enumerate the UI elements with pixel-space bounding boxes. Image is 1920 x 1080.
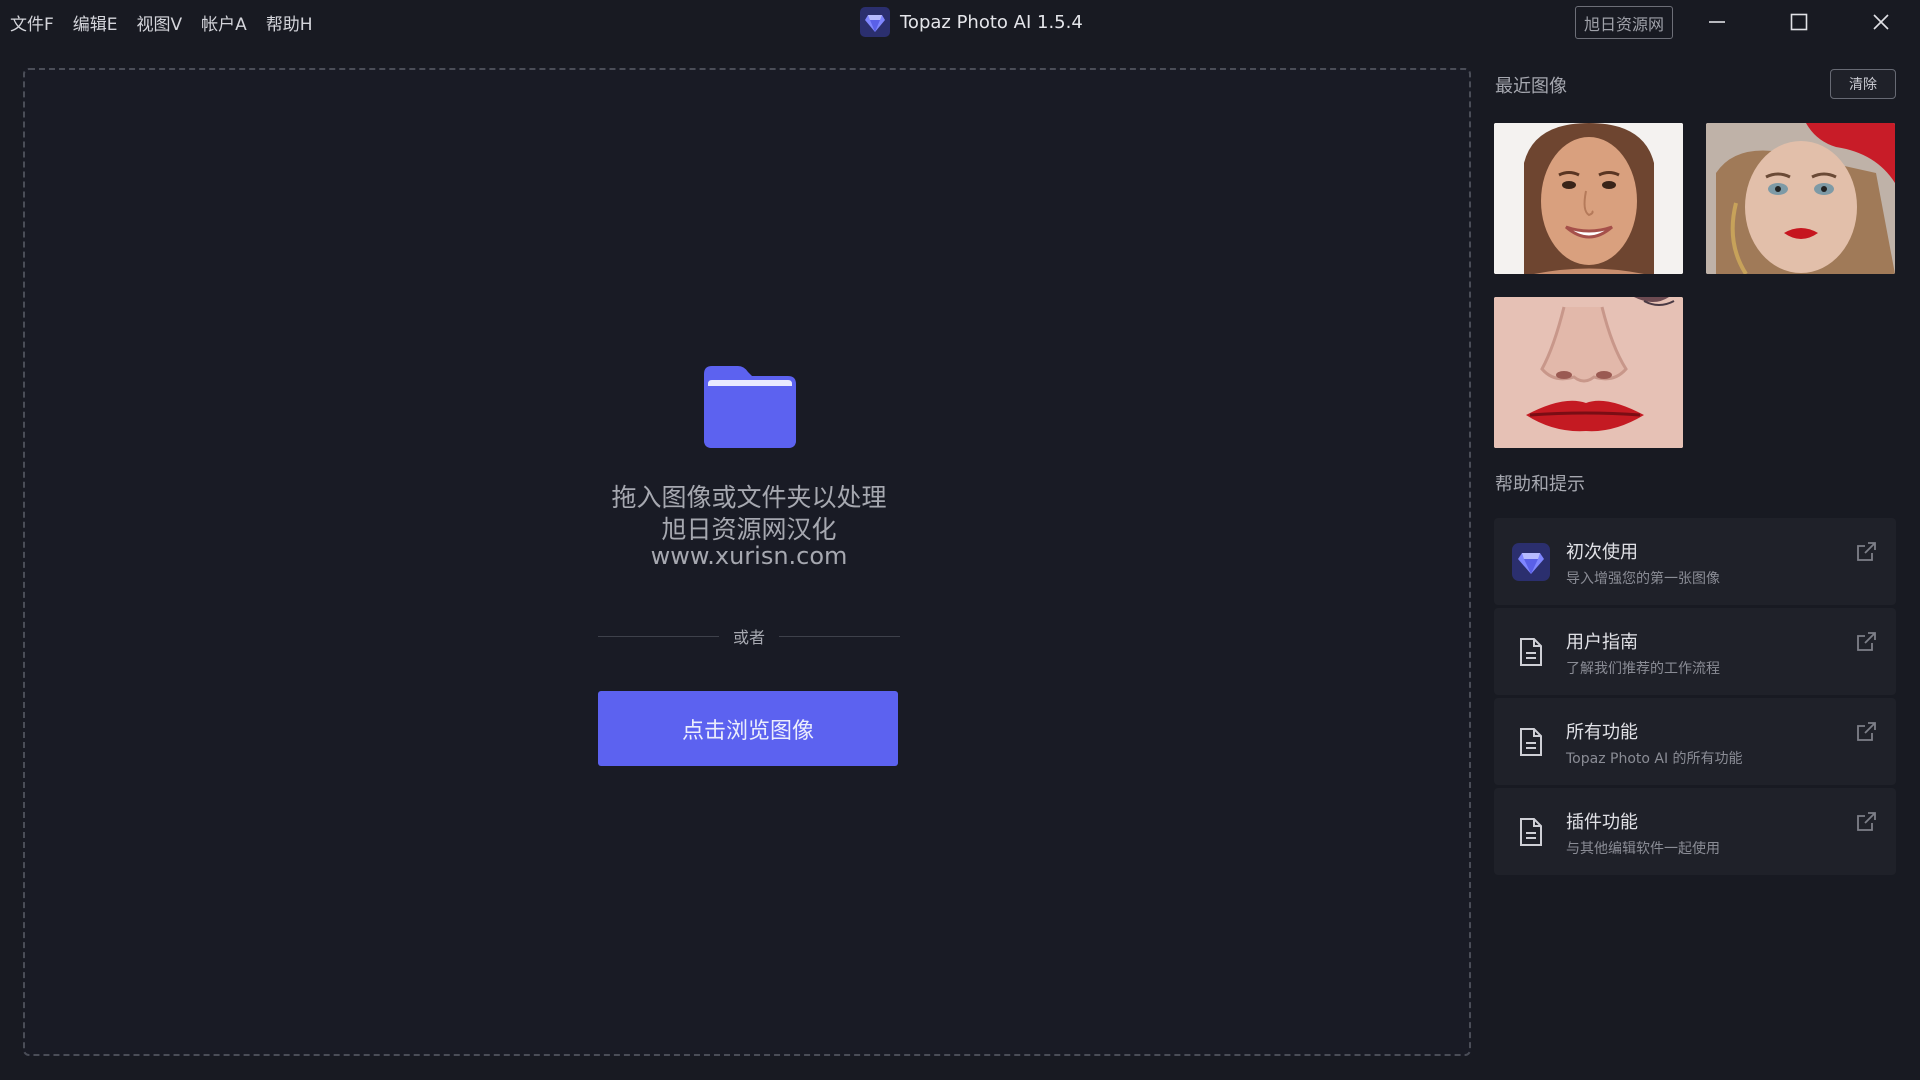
drop-website: www.xurisn.com: [650, 542, 848, 570]
help-card-name: 用户指南: [1566, 632, 1638, 653]
help-card-name: 所有功能: [1566, 722, 1638, 743]
help-card-user-guide[interactable]: 用户指南 了解我们推荐的工作流程: [1494, 608, 1896, 695]
divider-line: [779, 635, 901, 637]
external-link-icon: [1857, 812, 1876, 831]
help-card-name: 初次使用: [1566, 542, 1638, 563]
help-card-name: 插件功能: [1566, 812, 1638, 833]
divider-line: [598, 635, 719, 637]
app-title: Topaz Photo AI 1.5.4: [860, 6, 1083, 38]
help-card-desc: 了解我们推荐的工作流程: [1566, 661, 1720, 677]
minimize-button[interactable]: [1700, 6, 1734, 38]
menu-bar: 文件F 编辑E 视图V 帐户A 帮助H: [10, 0, 332, 44]
menu-file[interactable]: 文件F: [10, 10, 54, 35]
watermark-badge: 旭日资源网: [1575, 6, 1673, 39]
browse-images-button[interactable]: 点击浏览图像: [598, 691, 898, 766]
document-icon: [1511, 632, 1551, 672]
close-icon: [1873, 14, 1889, 30]
menu-help[interactable]: 帮助H: [266, 10, 313, 35]
document-icon: [1511, 812, 1551, 852]
window-title: Topaz Photo AI 1.5.4: [900, 11, 1083, 33]
help-card-desc: 导入增强您的第一张图像: [1566, 571, 1720, 587]
or-label: 或者: [733, 628, 766, 647]
document-icon: [1511, 722, 1551, 762]
menu-account[interactable]: 帐户A: [201, 10, 247, 35]
menu-view[interactable]: 视图V: [137, 10, 183, 35]
side-panel: 最近图像 清除 帮助和提示 初次使用 导入增强您的第一张图像 用户指南 了解我们…: [1494, 44, 1896, 1044]
drop-subtitle: 旭日资源网汉化: [661, 515, 837, 544]
help-tips-title: 帮助和提示: [1495, 474, 1585, 495]
help-card-plugins[interactable]: 插件功能 与其他编辑软件一起使用: [1494, 788, 1896, 875]
recent-images-title: 最近图像: [1495, 76, 1567, 97]
maximize-button[interactable]: [1782, 6, 1816, 38]
external-link-icon: [1857, 632, 1876, 651]
folder-icon: [704, 366, 796, 448]
or-divider: 或者: [598, 621, 901, 651]
clear-recent-button[interactable]: 清除: [1830, 69, 1896, 99]
topaz-logo-icon: [860, 7, 890, 37]
help-card-desc: 与其他编辑软件一起使用: [1566, 841, 1720, 857]
external-link-icon: [1857, 542, 1876, 561]
topaz-logo-icon: [1511, 542, 1551, 582]
recent-thumbnail-2[interactable]: [1706, 123, 1895, 274]
menu-edit[interactable]: 编辑E: [73, 10, 118, 35]
recent-thumbnail-1[interactable]: [1494, 123, 1683, 274]
help-card-getting-started[interactable]: 初次使用 导入增强您的第一张图像: [1494, 518, 1896, 605]
external-link-icon: [1857, 722, 1876, 741]
help-card-desc: Topaz Photo AI 的所有功能: [1566, 751, 1743, 767]
help-card-all-features[interactable]: 所有功能 Topaz Photo AI 的所有功能: [1494, 698, 1896, 785]
minimize-icon: [1709, 21, 1725, 23]
drop-instruction: 拖入图像或文件夹以处理: [611, 483, 887, 512]
recent-thumbnail-3[interactable]: [1494, 297, 1683, 448]
title-bar: 文件F 编辑E 视图V 帐户A 帮助H Topaz Photo AI 1.5.4…: [0, 0, 1920, 44]
close-button[interactable]: [1864, 6, 1898, 38]
image-drop-zone[interactable]: 拖入图像或文件夹以处理 旭日资源网汉化 www.xurisn.com 或者 点击…: [23, 68, 1471, 1056]
maximize-icon: [1790, 13, 1808, 31]
